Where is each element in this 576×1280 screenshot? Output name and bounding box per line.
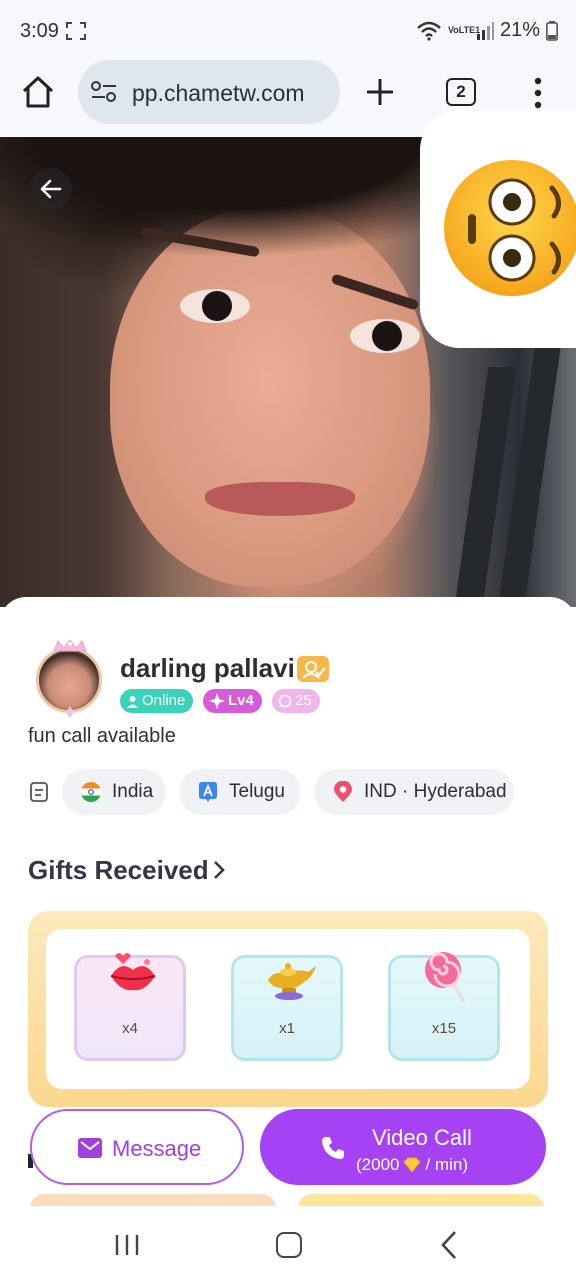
- language-chip[interactable]: Telugu: [179, 769, 301, 815]
- video-call-button[interactable]: Video Call (2000 / min): [260, 1109, 546, 1185]
- video-call-label: Video Call: [372, 1125, 472, 1150]
- language-icon: [199, 782, 217, 802]
- nav-back-icon[interactable]: [440, 1230, 458, 1260]
- address-bar[interactable]: pp.chametw.com: [78, 60, 340, 124]
- message-button-label: Message: [112, 1136, 202, 1161]
- location-chip[interactable]: IND · Hyderabad: [314, 769, 514, 815]
- url-text[interactable]: pp.chametw.com: [132, 80, 305, 107]
- eye-shape: [350, 319, 420, 353]
- home-icon[interactable]: [20, 74, 56, 110]
- diamond-icon: [403, 1157, 422, 1173]
- battery-percent: 21%: [499, 19, 540, 41]
- level-label: Lv4: [228, 692, 254, 709]
- magic-lamp-gift-icon: [268, 963, 316, 1000]
- location-label: IND · Hyderabad: [364, 781, 507, 802]
- lips-shape: [205, 482, 355, 516]
- lollipop-gift-icon: [425, 952, 465, 1002]
- system-nav-bar: [0, 1206, 576, 1280]
- back-button[interactable]: [30, 168, 72, 210]
- screen-capture-icon: [66, 22, 86, 40]
- gift-tile[interactable]: x15: [388, 952, 500, 1061]
- verified-badge: [297, 656, 329, 682]
- tab-switcher-button[interactable]: 2: [446, 78, 476, 106]
- message-button[interactable]: Message: [30, 1109, 244, 1185]
- site-settings-icon[interactable]: [90, 80, 118, 104]
- status-bar: 3:09 VoLTE1 21%: [0, 0, 576, 64]
- username: darling pallavi: [120, 653, 295, 683]
- bio-text: fun call available: [28, 725, 176, 747]
- avatar-frame-ornament-icon: [66, 706, 74, 718]
- signal-icon: [476, 21, 494, 40]
- new-tab-icon[interactable]: [364, 76, 396, 108]
- chat-bubble-icon: [278, 694, 292, 708]
- gifts-panel: x4 x1 x15: [28, 911, 548, 1107]
- avatar[interactable]: [36, 647, 102, 713]
- verified-icon: [302, 661, 326, 679]
- profile-info-row: India Telugu IND · Hyderabad: [28, 769, 548, 815]
- location-pin-icon: [334, 781, 352, 802]
- eye-shape: [180, 289, 250, 323]
- face-shape: [110, 207, 430, 587]
- gift-tile[interactable]: x1: [231, 955, 343, 1061]
- wifi-icon: [417, 21, 441, 41]
- fans-badge: 25: [272, 689, 320, 713]
- person-icon: [127, 695, 138, 708]
- gifts-received-title[interactable]: Gifts Received: [28, 855, 209, 886]
- battery-icon: [546, 20, 558, 41]
- chevron-right-icon[interactable]: [212, 859, 226, 881]
- call-price-unit: / min): [425, 1155, 468, 1174]
- sparkle-icon: [209, 693, 225, 709]
- nav-home-button[interactable]: [276, 1232, 302, 1258]
- mail-icon: [78, 1138, 102, 1158]
- document-icon[interactable]: [28, 781, 50, 803]
- status-time: 3:09: [20, 20, 59, 42]
- online-status-badge: Online: [120, 689, 194, 713]
- recent-apps-icon[interactable]: [114, 1234, 140, 1256]
- flushed-face-emoji-icon: [444, 160, 576, 296]
- call-price: (2000 / min): [356, 1155, 468, 1175]
- fans-count: 25: [295, 692, 312, 709]
- network-type: VoLTE1: [447, 25, 481, 35]
- india-flag-icon: [81, 782, 101, 802]
- gift-count: x1: [279, 1020, 295, 1037]
- language-label: Telugu: [229, 781, 285, 802]
- country-chip[interactable]: India: [62, 769, 166, 815]
- gift-tile[interactable]: x4: [74, 953, 186, 1061]
- gifts-list: x4 x1 x15: [46, 929, 530, 1089]
- lips-gift-icon: [110, 953, 156, 991]
- more-menu-icon[interactable]: [526, 76, 550, 110]
- phone-icon: [322, 1137, 344, 1159]
- emoji-overlay: [420, 110, 576, 348]
- gift-count: x4: [122, 1020, 138, 1037]
- level-badge: Lv4: [203, 689, 262, 713]
- gift-count: x15: [431, 1020, 457, 1037]
- call-price-amount: (2000: [356, 1155, 400, 1174]
- avatar-frame-crown-icon: [53, 639, 87, 652]
- arrow-left-icon: [40, 179, 62, 199]
- country-label: India: [112, 781, 154, 802]
- online-status-label: Online: [142, 692, 186, 709]
